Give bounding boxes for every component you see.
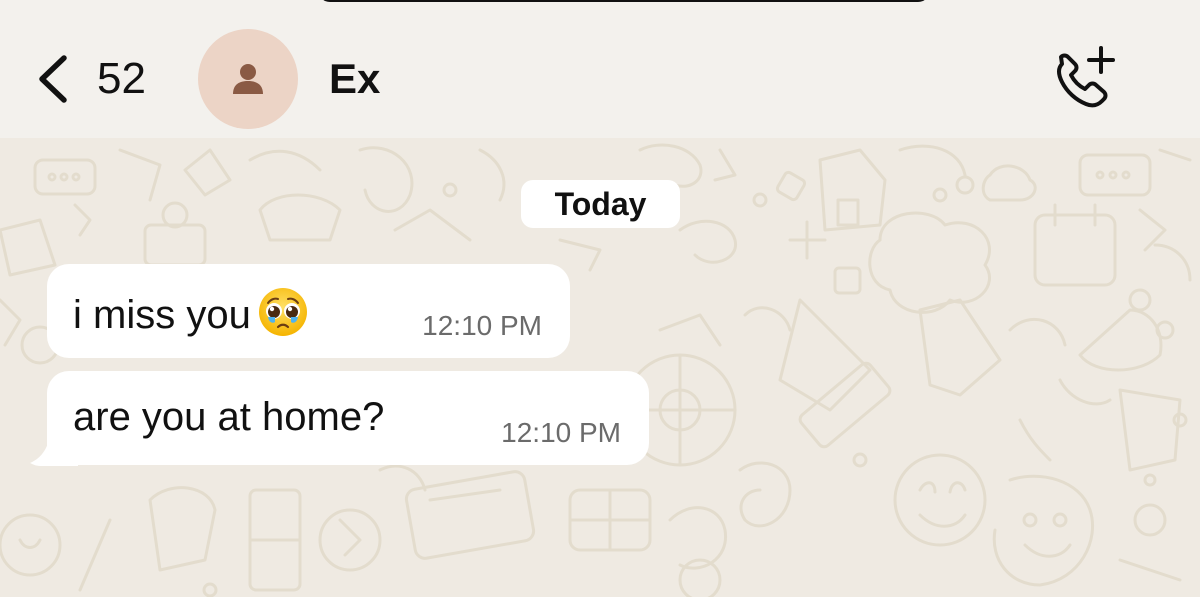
avatar[interactable] xyxy=(198,29,298,129)
chat-header: 52 Ex xyxy=(0,0,1200,138)
back-chevron-icon[interactable] xyxy=(34,52,74,106)
message-timestamp: 12:10 PM xyxy=(501,417,621,448)
pleading-face-emoji xyxy=(258,288,307,336)
add-call-icon[interactable] xyxy=(1048,44,1118,110)
person-icon xyxy=(233,64,263,94)
message-bubble[interactable]: are you at home? 12:10 PM xyxy=(47,371,649,465)
date-separator: Today xyxy=(521,180,680,228)
message-bubble[interactable]: i miss you 12:10 PM xyxy=(47,264,570,358)
message-text: are you at home? xyxy=(73,395,385,439)
unread-count[interactable]: 52 xyxy=(97,53,146,105)
message-timestamp: 12:10 PM xyxy=(422,310,542,341)
contact-name[interactable]: Ex xyxy=(329,54,380,104)
device-notch xyxy=(318,0,930,2)
chat-screen: 52 Ex Today i miss you 12:10 PM are you … xyxy=(0,0,1200,597)
message-text: i miss you xyxy=(73,286,309,339)
